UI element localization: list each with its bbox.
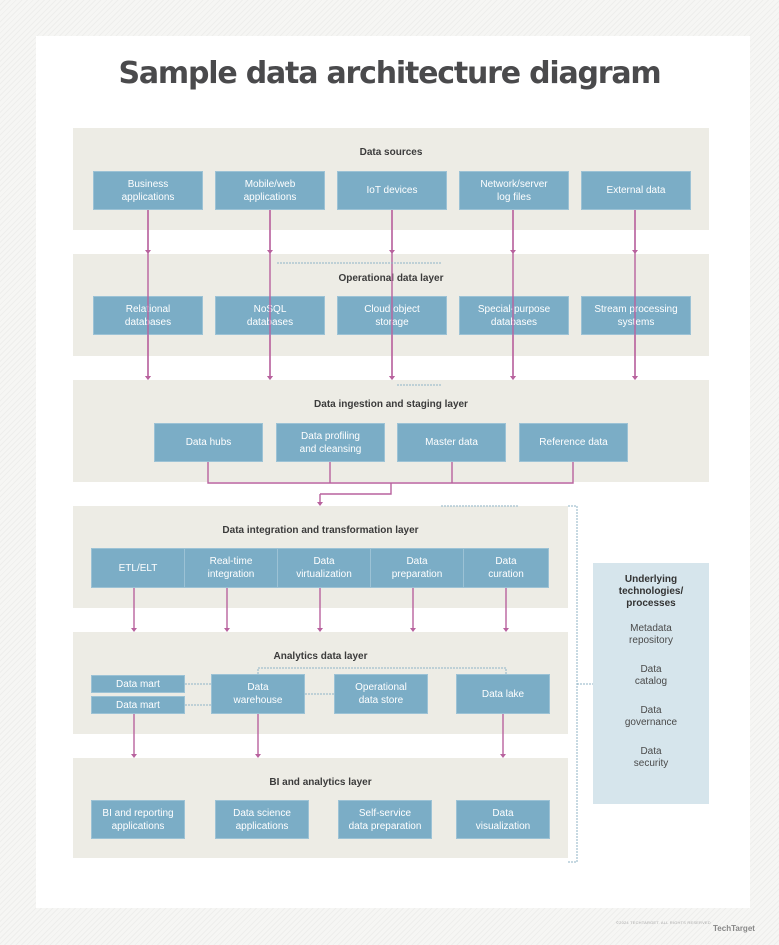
arrow-head xyxy=(317,502,323,506)
arrow-head xyxy=(389,250,395,254)
arrow-head xyxy=(632,376,638,380)
side-bracket xyxy=(568,505,578,863)
side-item-data-security: Data security xyxy=(633,746,669,769)
brand-logo: TechTarget xyxy=(713,924,755,933)
arrow-head xyxy=(267,250,273,254)
arrow-head xyxy=(389,376,395,380)
arrow-head xyxy=(503,628,509,632)
side-panel-underlying-technologies: Underlying technologies/ processes Metad… xyxy=(593,563,709,804)
side-item-metadata-repository: Metadata repository xyxy=(629,623,673,646)
copyright-text: ©2024 TECHTARGET. ALL RIGHTS RESERVED xyxy=(616,920,711,925)
arrow-head xyxy=(145,376,151,380)
side-item-data-catalog: Data catalog xyxy=(634,664,668,687)
arrow-head xyxy=(510,376,516,380)
merge-connector xyxy=(207,462,574,484)
side-panel-title: Underlying technologies/ processes xyxy=(618,574,684,609)
merge-connector xyxy=(320,483,392,495)
arrow-head xyxy=(500,754,506,758)
arrow-head xyxy=(410,628,416,632)
arrow-head xyxy=(131,628,137,632)
arrow-head xyxy=(317,628,323,632)
arrow-head xyxy=(224,628,230,632)
arrow-head xyxy=(145,250,151,254)
arrow-head xyxy=(255,754,261,758)
arrow-head xyxy=(131,754,137,758)
arrow-head xyxy=(632,250,638,254)
dotted-link xyxy=(257,667,507,674)
arrow-head xyxy=(510,250,516,254)
arrow-head xyxy=(267,376,273,380)
side-item-data-governance: Data governance xyxy=(624,705,678,728)
